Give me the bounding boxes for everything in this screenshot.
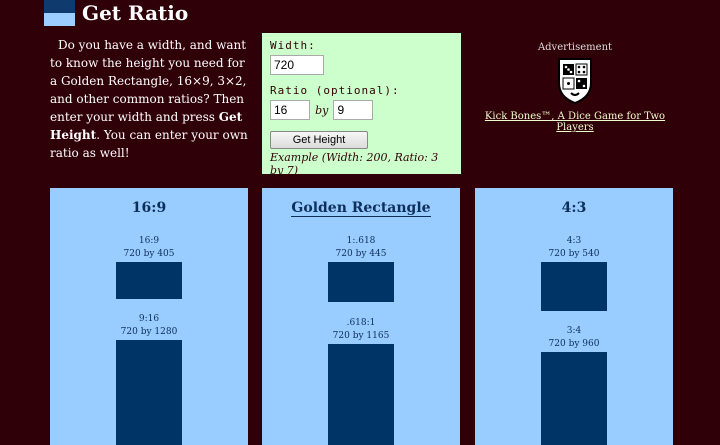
rect-caption: 4:3 720 by 540 [475, 235, 673, 261]
ratio-rect [116, 262, 182, 299]
intro-lead: Do you have a width, and want to know th… [50, 38, 247, 124]
rect-ratio: .618:1 [346, 318, 376, 328]
rect-caption: .618:1 720 by 1165 [262, 317, 460, 343]
rect-caption: 9:16 720 by 1280 [50, 313, 248, 339]
example-text: Example (Width: 200, Ratio: 3 by 7) [270, 151, 439, 177]
site-logo [44, 0, 75, 26]
ratio-rect [328, 262, 394, 302]
ratio-rect [328, 344, 394, 445]
ratio-by-label: by [315, 104, 329, 117]
rect-ratio: 1:.618 [346, 236, 376, 246]
ratio-b-input[interactable]: 9 [333, 100, 374, 120]
panel-title: 4:3 [561, 200, 587, 216]
ratio-form: Width: 720 Ratio (optional): 16 by 9 Get… [262, 33, 461, 177]
ratio-rect [116, 340, 182, 445]
width-label: Width: [270, 39, 316, 52]
rect-ratio: 16:9 [138, 236, 160, 246]
rect-size: 720 by 960 [548, 339, 600, 349]
panel-16-9: 16:9 16:9 720 by 405 9:16 720 by 1280 [50, 188, 248, 445]
ad-link[interactable]: Kick Bones™, A Dice Game for Two Players [470, 111, 680, 133]
ad-label: Advertisement [537, 42, 613, 53]
ratio-rect [541, 262, 607, 311]
panel-title-text: Golden Rectangle [291, 200, 431, 217]
rect-size: 720 by 1165 [332, 331, 390, 341]
rect-ratio: 9:16 [138, 314, 160, 324]
panel-title: 16:9 [131, 200, 167, 216]
rect-caption: 1:.618 720 by 445 [262, 235, 460, 261]
width-input[interactable]: 720 [270, 55, 324, 75]
panel-4-3: 4:3 4:3 720 by 540 3:4 720 by 960 [475, 188, 673, 445]
rect-size: 720 by 1280 [120, 327, 178, 337]
dice-shield-icon[interactable] [557, 57, 593, 105]
intro-text: Do you have a width, and want to know th… [50, 36, 255, 162]
rect-caption: 3:4 720 by 960 [475, 325, 673, 351]
page-title: Get Ratio [82, 1, 189, 25]
ratio-rect [541, 352, 607, 445]
get-height-button[interactable]: Get Height [270, 131, 368, 149]
rect-ratio: 4:3 [566, 236, 582, 246]
panel-title: Golden Rectangle [262, 200, 460, 217]
rect-size: 720 by 540 [548, 249, 600, 259]
rect-ratio: 3:4 [566, 326, 582, 336]
advertisement: Advertisement Kick Bones™, A Dice Game f… [470, 42, 680, 133]
rect-size: 720 by 445 [335, 249, 387, 259]
ratio-a-input[interactable]: 16 [270, 100, 310, 120]
panel-golden: Golden Rectangle 1:.618 720 by 445 .618:1… [262, 188, 460, 445]
rect-caption: 16:9 720 by 405 [50, 235, 248, 261]
ratio-label: Ratio (optional): [270, 84, 400, 97]
rect-size: 720 by 405 [123, 249, 175, 259]
